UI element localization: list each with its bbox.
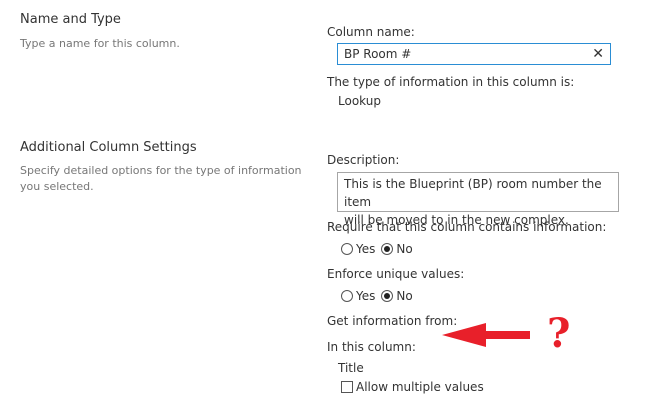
in-column-label: In this column: [327,340,416,354]
allow-multiple-row: Allow multiple values [341,379,490,395]
require-radio-group: Yes No [341,241,419,257]
allow-multiple-checkbox[interactable] [341,381,353,393]
column-name-label: Column name: [327,25,415,39]
get-info-label: Get information from: [327,314,458,328]
question-mark-annotation: ? [547,310,571,357]
unique-label: Enforce unique values: [327,267,465,281]
left-arrow-icon [442,323,530,347]
allow-multiple-label: Allow multiple values [356,380,484,394]
section-desc-name-type: Type a name for this column. [20,37,180,50]
require-yes-radio[interactable] [341,243,353,255]
section-desc-additional-line1: Specify detailed options for the type of… [20,164,302,177]
require-label: Require that this column contains inform… [327,220,607,234]
section-title-name-type: Name and Type [20,12,121,27]
description-textarea[interactable]: This is the Blueprint (BP) room number t… [337,172,619,227]
require-no-label: No [396,242,413,256]
require-no-radio[interactable] [381,243,394,255]
description-line1: This is the Blueprint (BP) room number t… [344,177,602,209]
unique-no-radio[interactable] [381,290,394,302]
section-desc-additional-line2: you selected. [20,180,94,193]
unique-no-label: No [396,289,413,303]
unique-yes-label: Yes [356,289,376,303]
column-name-value: BP Room # [344,47,412,61]
type-info-label: The type of information in this column i… [327,75,575,89]
in-column-value: Title [338,361,364,375]
description-label: Description: [327,153,400,167]
unique-yes-radio[interactable] [341,290,353,302]
require-yes-label: Yes [356,242,376,256]
clear-icon[interactable]: ✕ [592,46,604,62]
section-title-additional: Additional Column Settings [20,140,197,155]
column-name-input[interactable]: BP Room # ✕ [337,43,611,65]
type-info-value: Lookup [338,94,381,108]
unique-radio-group: Yes No [341,288,419,304]
